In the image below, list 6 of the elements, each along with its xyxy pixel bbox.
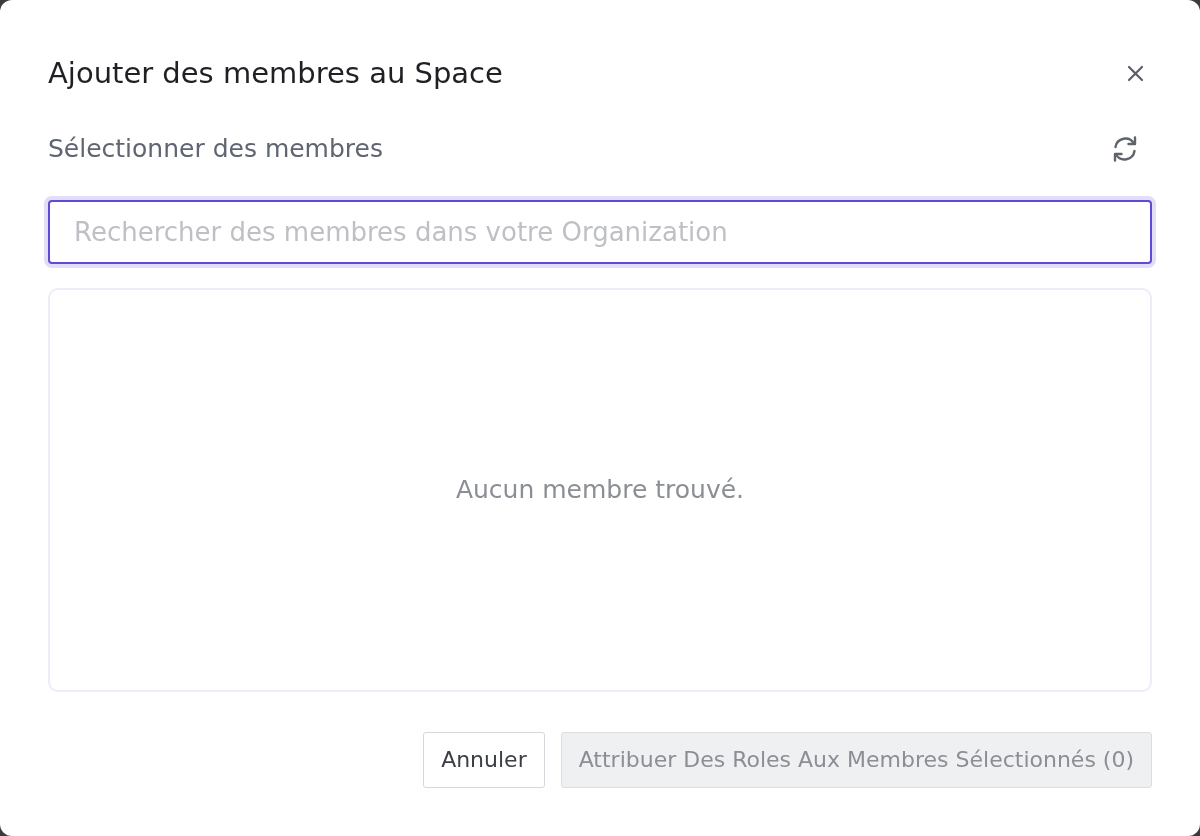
empty-message: Aucun membre trouvé.: [455, 474, 745, 507]
section-label: Sélectionner des membres: [48, 133, 383, 164]
close-icon: [1127, 64, 1144, 82]
search-field[interactable]: Rechercher des membres dans votre Organization: [48, 200, 1152, 264]
dialog-title: Ajouter des membres au Space: [48, 55, 503, 91]
cancel-button[interactable]: Annuler: [423, 732, 545, 788]
